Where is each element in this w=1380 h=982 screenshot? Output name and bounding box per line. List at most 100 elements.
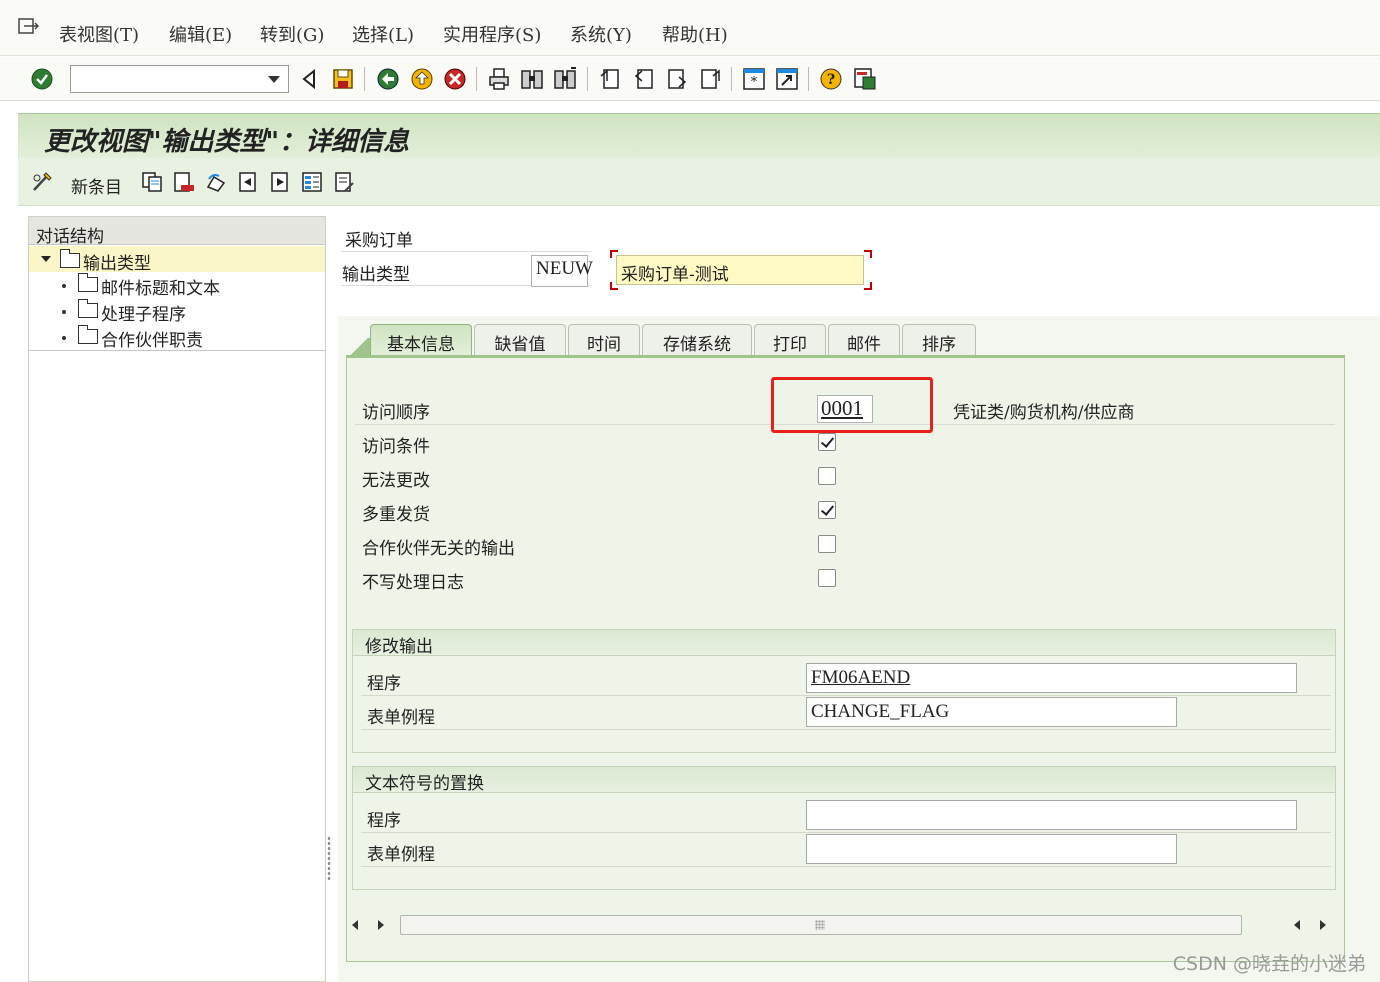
partner-indep-output-checkbox[interactable] xyxy=(818,535,836,553)
menu-icon[interactable] xyxy=(18,18,40,36)
folder-icon xyxy=(77,299,98,318)
exit-icon[interactable] xyxy=(410,67,434,91)
nav-item-output-type[interactable]: 输出类型 xyxy=(29,246,325,274)
scroll-right-icon[interactable] xyxy=(1312,915,1332,935)
dialog-structure-header: 对话结构 xyxy=(29,217,325,247)
access-condition-label: 访问条件 xyxy=(362,437,430,457)
new-entries-button[interactable]: 新条目 xyxy=(71,173,122,198)
scroll-track[interactable] xyxy=(400,915,1242,935)
access-condition-checkbox[interactable] xyxy=(818,433,836,451)
multiple-issue-label: 多重发货 xyxy=(362,505,430,525)
tab-edge-decoration xyxy=(348,338,370,356)
next-entry-icon[interactable] xyxy=(269,171,291,193)
previous-entry-icon[interactable] xyxy=(237,171,259,193)
menu-help[interactable]: 帮助(H) xyxy=(662,21,728,47)
pencil-glasses-icon[interactable] xyxy=(31,171,53,193)
undo-change-icon[interactable] xyxy=(205,171,227,193)
output-type-code-field[interactable]: NEUW xyxy=(531,255,593,287)
next-page-icon[interactable] xyxy=(665,67,689,91)
access-seq-desc: 凭证类/购货机构/供应商 xyxy=(953,403,1135,423)
partner-indep-output-label: 合作伙伴无关的输出 xyxy=(362,539,515,559)
find-next-icon[interactable] xyxy=(553,67,577,91)
tab-storage-system[interactable]: 存储系统 xyxy=(642,324,752,356)
checkbox-row: 不写处理日志 xyxy=(355,561,1335,595)
multiple-issue-checkbox[interactable] xyxy=(818,501,836,519)
command-field[interactable] xyxy=(70,65,289,93)
menu-edit[interactable]: 编辑(E) xyxy=(169,21,232,47)
no-processing-log-checkbox[interactable] xyxy=(818,569,836,587)
tab-time[interactable]: 时间 xyxy=(568,324,640,356)
change-output-group: 修改输出 程序 FM06AEND 表单例程 CHANGE_FLAG xyxy=(352,629,1336,753)
dialog-structure-pane: 对话结构 输出类型 邮件标题和文本 处理子程序 合作伙伴职责 xyxy=(28,216,326,982)
watermark: CSDN @晓垚的小迷弟 xyxy=(1172,953,1366,975)
tab-sort[interactable]: 排序 xyxy=(902,324,976,356)
find-icon[interactable] xyxy=(520,67,544,91)
output-type-desc-field[interactable]: 采购订单-测试 xyxy=(616,255,864,285)
text-symbols-program-field[interactable] xyxy=(806,800,1297,830)
last-page-icon[interactable] xyxy=(698,67,722,91)
text-symbols-form-field[interactable] xyxy=(806,834,1177,864)
variable-list-icon[interactable] xyxy=(301,171,323,193)
change-output-program-row: 程序 FM06AEND xyxy=(361,662,1331,696)
save-icon[interactable] xyxy=(331,67,355,91)
detail-pane: 采购订单 输出类型 NEUW 采购订单-测试 基本信息 缺省值 时间 存储系统 … xyxy=(338,216,1380,982)
nav-item-processing-routines[interactable]: 处理子程序 xyxy=(101,300,186,325)
text-symbols-group: 文本符号的置换 程序 表单例程 xyxy=(352,766,1336,890)
menu-utilities[interactable]: 实用程序(S) xyxy=(443,21,541,47)
change-output-form-row: 表单例程 CHANGE_FLAG xyxy=(361,696,1331,730)
tab-basic-info[interactable]: 基本信息 xyxy=(370,324,472,356)
scroll-grip[interactable] xyxy=(815,920,825,930)
shortcut-icon[interactable] xyxy=(775,67,799,91)
checkbox-row: 无法更改 xyxy=(355,459,1335,493)
menu-table-view[interactable]: 表视图(T) xyxy=(59,21,139,47)
copy-as-icon[interactable] xyxy=(141,171,163,193)
text-symbols-program-row: 程序 xyxy=(361,799,1331,833)
app-label: 采购订单 xyxy=(345,231,413,251)
tree-bullet xyxy=(62,310,66,314)
menu-bar: 表视图(T) 编辑(E) 转到(G) 选择(L) 实用程序(S) 系统(Y) 帮… xyxy=(0,0,1380,56)
tab-defaults[interactable]: 缺省值 xyxy=(474,324,566,356)
delete-icon[interactable] xyxy=(173,171,195,193)
horizontal-scrollbar[interactable] xyxy=(344,915,1328,935)
tab-print[interactable]: 打印 xyxy=(754,324,826,356)
standard-toolbar: * ? xyxy=(0,57,1380,101)
new-session-icon[interactable]: * xyxy=(742,67,766,91)
expand-triangle-icon[interactable] xyxy=(41,256,51,262)
chevron-down-icon[interactable] xyxy=(268,76,280,83)
nav-item-mail-title-text[interactable]: 邮件标题和文本 xyxy=(101,274,220,299)
enter-check-icon[interactable] xyxy=(30,67,54,91)
change-output-form-field[interactable]: CHANGE_FLAG xyxy=(806,697,1177,727)
open-folder-icon xyxy=(59,249,80,268)
cannot-change-checkbox[interactable] xyxy=(818,467,836,485)
menu-goto[interactable]: 转到(G) xyxy=(260,21,324,47)
document-edit-icon[interactable] xyxy=(333,171,355,193)
help-icon[interactable]: ? xyxy=(819,67,843,91)
cancel-icon[interactable] xyxy=(443,67,467,91)
pane-splitter-handle[interactable] xyxy=(327,836,331,880)
scroll-left-icon[interactable] xyxy=(1288,915,1308,935)
print-icon[interactable] xyxy=(487,67,511,91)
tab-strip: 基本信息 缺省值 时间 存储系统 打印 邮件 排序 xyxy=(348,324,994,356)
page-title: 更改视图"输出类型"：详细信息 xyxy=(44,127,410,157)
change-output-program-field[interactable]: FM06AEND xyxy=(806,663,1297,693)
menu-selection[interactable]: 选择(L) xyxy=(352,21,414,47)
checkbox-row: 多重发货 xyxy=(355,493,1335,527)
svg-text:*: * xyxy=(751,75,758,90)
layout-menu-icon[interactable] xyxy=(853,67,877,91)
previous-page-icon[interactable] xyxy=(632,67,656,91)
nav-item-partner-functions[interactable]: 合作伙伴职责 xyxy=(101,326,203,351)
scroll-left-icon[interactable] xyxy=(346,915,366,935)
checkbox-row: 合作伙伴无关的输出 xyxy=(355,527,1335,561)
back-icon[interactable] xyxy=(376,67,400,91)
checkbox-row: 访问条件 xyxy=(355,425,1335,459)
scroll-right-icon[interactable] xyxy=(370,915,390,935)
cannot-change-label: 无法更改 xyxy=(362,471,430,491)
back-triangle-icon[interactable] xyxy=(298,67,322,91)
toolbar-divider xyxy=(808,67,809,91)
tab-mail[interactable]: 邮件 xyxy=(828,324,900,356)
menu-system[interactable]: 系统(Y) xyxy=(570,21,632,47)
svg-text:?: ? xyxy=(827,72,835,88)
toolbar-divider xyxy=(587,67,588,91)
first-page-icon[interactable] xyxy=(598,67,622,91)
no-processing-log-label: 不写处理日志 xyxy=(362,573,464,593)
